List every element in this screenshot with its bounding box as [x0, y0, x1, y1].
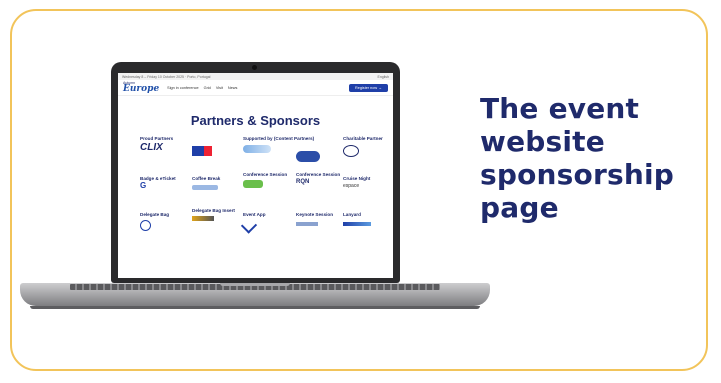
nav-link-conference[interactable]: Sign in conference	[167, 86, 198, 90]
sponsor-event-app[interactable]: Event App	[240, 212, 293, 234]
register-button[interactable]: Register now →	[348, 83, 388, 92]
sponsor-label: Cruise Night	[343, 176, 371, 181]
laptop-notch	[220, 283, 290, 286]
sponsor-keynote-session[interactable]: Keynote Session	[296, 212, 346, 227]
green-logo-icon	[243, 180, 263, 189]
sponsor-label: Event App	[243, 212, 266, 217]
sponsor-label: Coffee Break	[192, 176, 221, 181]
espace-logo-icon: espace	[343, 183, 360, 190]
sponsor-grid: Proud Partners CLIX Supported by (Conten…	[118, 136, 393, 276]
charity-logo-icon	[343, 145, 359, 158]
sponsor-coffee-break[interactable]: Coffee Break	[192, 176, 242, 191]
nav-link-visit[interactable]: Visit	[216, 86, 223, 90]
sponsor-label: Proud Partners	[140, 136, 174, 141]
topbar-date: Wednesday 8 – Friday 10 October 2025 · P…	[122, 74, 211, 79]
sponsor-label: Charitable Partner	[343, 136, 383, 141]
sponsor-lanyard[interactable]: Lanyard	[343, 212, 393, 227]
nav-link-news[interactable]: News	[228, 86, 238, 90]
sponsor-delegate-bag[interactable]: Delegate Bag	[140, 212, 190, 232]
g-logo-icon: G	[140, 181, 147, 191]
laptop-foot	[30, 306, 480, 309]
round-blue-logo-icon	[296, 151, 320, 162]
pass-logo-icon	[192, 185, 218, 191]
site-topbar: Wednesday 8 – Friday 10 October 2025 · P…	[118, 73, 393, 80]
site-logo[interactable]: Autumn Europe	[123, 81, 159, 94]
sponsor-label: Keynote Session	[296, 212, 334, 217]
laptop-lid: Wednesday 8 – Friday 10 October 2025 · P…	[111, 62, 400, 283]
sponsor-conference-session-2[interactable]: Conference Session RQN	[296, 172, 346, 185]
tourism-logo-icon	[243, 145, 271, 154]
bag-logo-icon	[140, 220, 151, 232]
nav-link-grid[interactable]: Grid	[204, 86, 211, 90]
insert-logo-icon	[192, 216, 214, 222]
site-nav: Autumn Europe Sign in conference Grid Vi…	[118, 80, 393, 96]
lanyard-logo-icon	[343, 222, 371, 227]
sponsor-label: Supported by (Content Partners)	[243, 136, 315, 141]
sponsor-badge-eticket[interactable]: Badge & eTicket G	[140, 176, 190, 191]
logo-main-text: Europe	[123, 84, 160, 94]
sponsor-partner-2[interactable]	[192, 143, 242, 156]
laptop-mockup: Wednesday 8 – Friday 10 October 2025 · P…	[20, 62, 490, 318]
clix-logo-icon: CLIX	[140, 142, 163, 154]
language-link[interactable]: English	[378, 75, 389, 79]
sponsor-delegate-bag-insert[interactable]: Delegate Bag Insert	[192, 208, 242, 222]
sponsor-charitable-partner[interactable]: Charitable Partner	[343, 136, 393, 158]
laptop-screen: Wednesday 8 – Friday 10 October 2025 · P…	[118, 73, 393, 278]
sponsor-label: Conference Session	[243, 172, 288, 177]
blue-flag-logo-icon	[192, 146, 212, 156]
sponsor-label: Delegate Bag Insert	[192, 208, 235, 213]
rqn-logo-icon: RQN	[296, 179, 310, 186]
page-title: Partners & Sponsors	[190, 113, 321, 128]
sponsor-content-partner-2[interactable]	[296, 148, 346, 162]
headline-text: The event website sponsorship page	[480, 92, 675, 224]
sponsor-label: Lanyard	[343, 212, 361, 217]
sponsor-proud-partners[interactable]: Proud Partners CLIX	[140, 136, 190, 154]
sponsor-label: Conference Session	[296, 172, 341, 177]
sponsor-label: Delegate Bag	[140, 212, 170, 217]
sponsor-conference-session-1[interactable]: Conference Session	[243, 172, 293, 189]
sponsor-cruise-night[interactable]: Cruise Night espace	[343, 176, 393, 189]
app-logo-icon	[240, 217, 258, 234]
keynote-logo-icon	[296, 222, 318, 227]
